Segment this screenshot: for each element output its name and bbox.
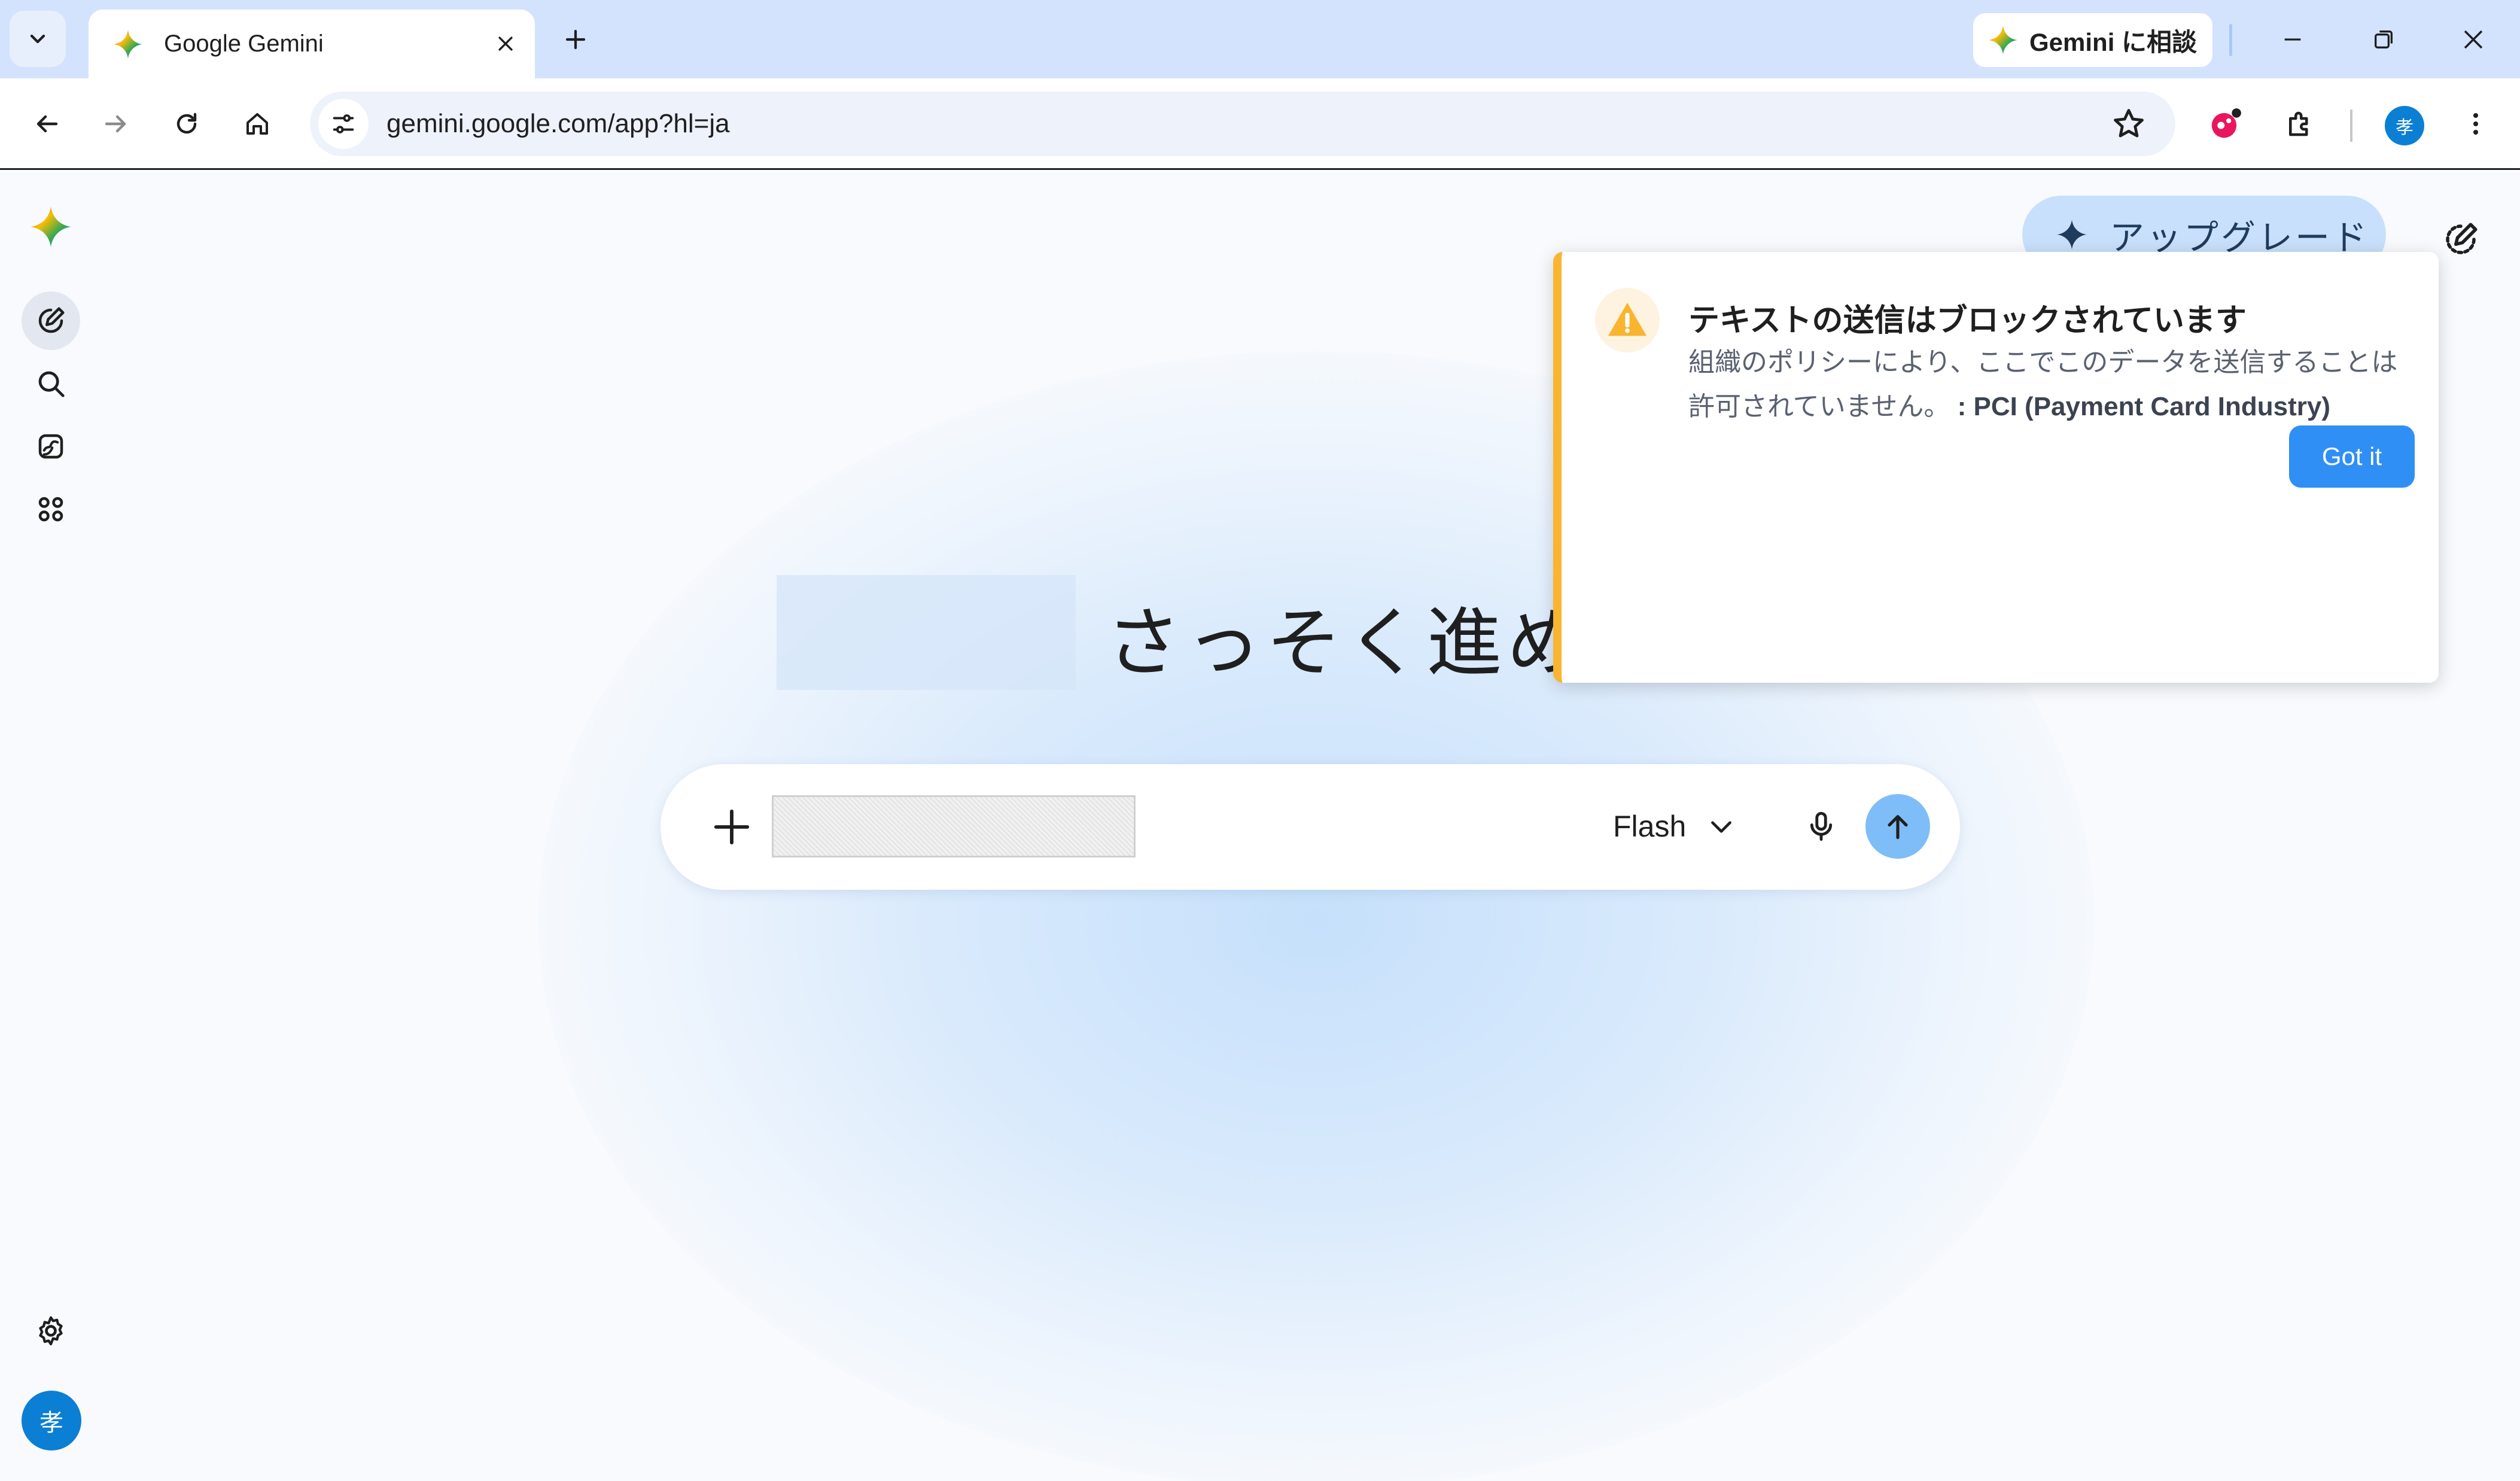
gallery-icon bbox=[38, 434, 63, 459]
browser-tab-gemini[interactable]: Google Gemini bbox=[89, 10, 535, 78]
restore-button[interactable] bbox=[2360, 16, 2408, 63]
toast-policy-name: : PCI (Payment Card Industry) bbox=[1957, 392, 2331, 421]
close-icon bbox=[2464, 30, 2483, 49]
extension-badge-icon bbox=[2211, 108, 2241, 138]
gear-icon bbox=[39, 1316, 63, 1346]
warning-icon bbox=[1608, 302, 1647, 336]
restore-icon bbox=[2375, 31, 2393, 48]
more-vert-icon bbox=[2473, 113, 2478, 135]
url-text: gemini.google.com/app?hl=ja bbox=[386, 109, 730, 138]
toast-body: 組織のポリシーにより、ここでこのデータを送信することは許可されていません。 : … bbox=[1688, 340, 2418, 429]
browser-tabstrip: Google Gemini Gemini に相談 bbox=[0, 0, 2520, 78]
reload-button[interactable] bbox=[163, 100, 211, 148]
toast-title: テキストの送信はブロックされています bbox=[1688, 303, 2247, 338]
gemini-logo-icon bbox=[114, 29, 142, 59]
ask-gemini-label: Gemini に相談 bbox=[2029, 28, 2198, 56]
ask-gemini-button[interactable]: Gemini に相談 bbox=[1973, 13, 2212, 67]
puzzle-icon bbox=[2289, 111, 2308, 136]
apps-button[interactable] bbox=[22, 480, 80, 539]
warning-icon-wrap bbox=[1595, 288, 1660, 352]
hero-highlight bbox=[777, 575, 1076, 690]
search-button[interactable] bbox=[22, 354, 80, 413]
tab-title: Google Gemini bbox=[164, 31, 324, 57]
home-button[interactable] bbox=[233, 100, 281, 148]
new-chat-button[interactable] bbox=[22, 291, 80, 350]
site-info-button[interactable] bbox=[318, 99, 369, 149]
gemini-logo-icon bbox=[1989, 26, 2017, 54]
prompt-bar: Flash bbox=[661, 764, 1960, 890]
extensions-menu-button[interactable] bbox=[2276, 100, 2324, 148]
minimize-button[interactable] bbox=[2269, 16, 2317, 63]
sparkle-icon bbox=[2057, 220, 2087, 250]
extension-button[interactable] bbox=[2202, 100, 2250, 148]
profile-avatar[interactable]: 孝 bbox=[2385, 106, 2424, 145]
close-icon bbox=[498, 37, 513, 51]
settings-button[interactable] bbox=[22, 1301, 80, 1360]
apps-grid-icon bbox=[38, 497, 63, 522]
edit-icon bbox=[38, 307, 65, 333]
tune-icon bbox=[333, 114, 354, 133]
new-tab-button[interactable] bbox=[556, 20, 595, 59]
home-icon bbox=[246, 113, 268, 135]
tab-search-button[interactable] bbox=[10, 11, 66, 67]
tab-close-button[interactable] bbox=[489, 28, 522, 60]
account-avatar[interactable]: 孝 bbox=[22, 1391, 81, 1450]
gemini-app: 孝 アップグレード さっそく進めましょう Flash テキストの送信はブロックさ… bbox=[0, 172, 2520, 1481]
minimize-icon bbox=[2284, 38, 2301, 41]
arrow-right-icon bbox=[105, 115, 126, 133]
prompt-input[interactable] bbox=[772, 795, 1136, 857]
gallery-button[interactable] bbox=[22, 417, 80, 476]
window-close-button[interactable] bbox=[2449, 16, 2497, 63]
reload-icon bbox=[176, 112, 197, 134]
chevron-down-icon bbox=[1711, 821, 1732, 833]
search-icon bbox=[38, 371, 65, 397]
browser-toolbar: gemini.google.com/app?hl=ja 孝 bbox=[0, 78, 2520, 170]
address-bar[interactable]: gemini.google.com/app?hl=ja bbox=[310, 92, 2175, 156]
toolbar-divider bbox=[2229, 24, 2232, 56]
edit-icon[interactable] bbox=[2441, 220, 2481, 259]
microphone-button[interactable] bbox=[1797, 802, 1845, 850]
arrow-up-icon bbox=[1888, 815, 1908, 840]
gemini-logo-icon[interactable] bbox=[29, 205, 73, 249]
arrow-left-icon bbox=[36, 115, 58, 133]
chevron-down-icon bbox=[30, 34, 45, 44]
microphone-icon bbox=[1810, 811, 1833, 841]
got-it-button[interactable]: Got it bbox=[2289, 425, 2415, 488]
forward-button[interactable] bbox=[92, 100, 140, 148]
model-label: Flash bbox=[1613, 810, 1687, 843]
back-button[interactable] bbox=[23, 100, 71, 148]
plus-icon bbox=[565, 29, 586, 50]
model-selector[interactable]: Flash bbox=[1613, 795, 1736, 857]
browser-menu-button[interactable] bbox=[2452, 100, 2500, 148]
add-attachment-icon[interactable] bbox=[711, 806, 753, 848]
send-button[interactable] bbox=[1865, 794, 1930, 859]
bookmark-star-icon[interactable] bbox=[2111, 106, 2147, 142]
toolbar-divider bbox=[2350, 110, 2352, 142]
policy-block-toast: テキストの送信はブロックされています 組織のポリシーにより、ここでこのデータを送… bbox=[1553, 252, 2439, 683]
